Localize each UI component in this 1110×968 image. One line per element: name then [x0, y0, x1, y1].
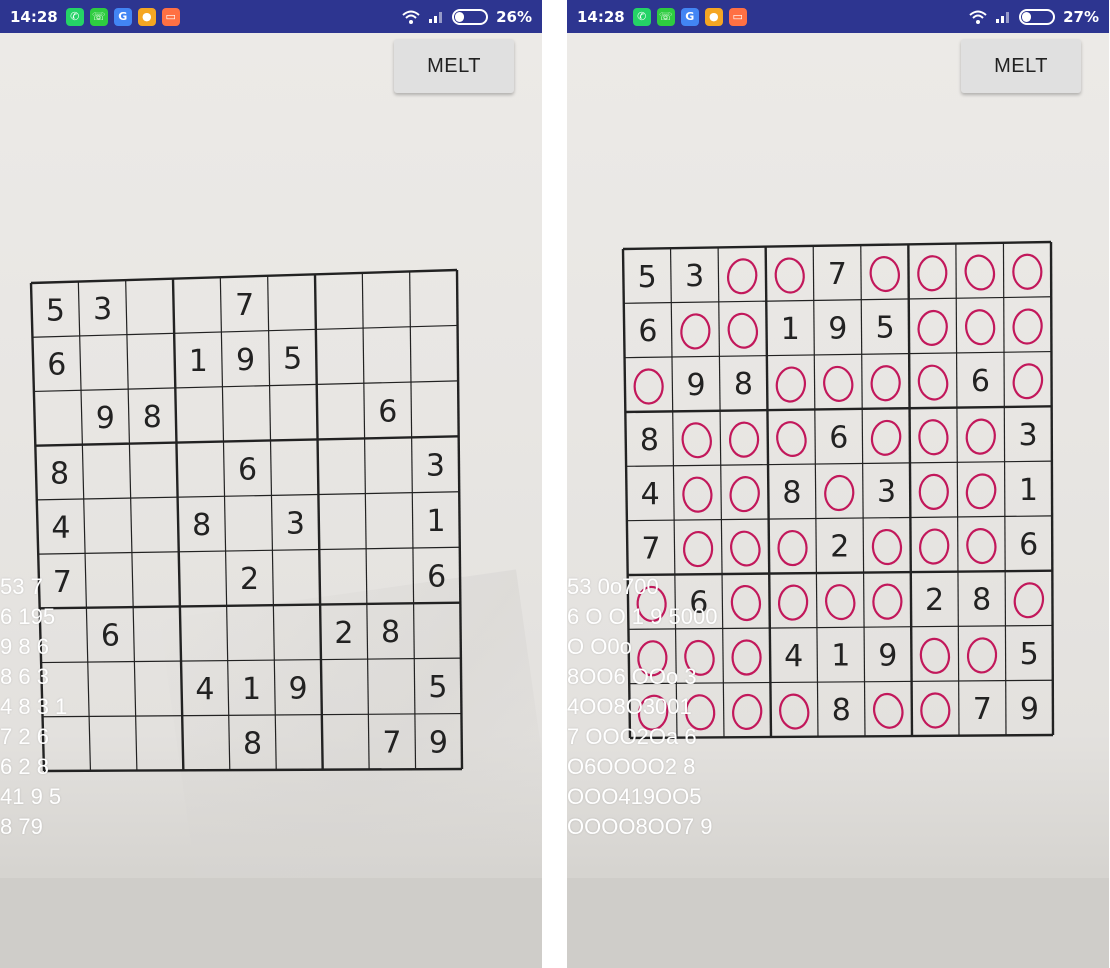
- ocr-line: 7 2 6: [0, 724, 49, 749]
- handdrawn-circle-mark: [680, 313, 711, 350]
- sudoku-digit: 4: [641, 477, 660, 512]
- handdrawn-circle-mark: [870, 419, 902, 456]
- sudoku-digit: 6: [971, 364, 990, 399]
- ocr-line: 53 7: [0, 574, 43, 599]
- sudoku-digit: 5: [638, 260, 657, 295]
- ocr-line: 41 9 5: [0, 784, 62, 809]
- sudoku-digit: 6: [47, 348, 66, 383]
- sudoku-digit: 8: [143, 400, 162, 435]
- sudoku-digit: 1: [1019, 473, 1038, 508]
- handdrawn-circle-mark: [823, 365, 854, 402]
- ocr-result-text: 53 0o700 6 O O 1 9 5000 O O0o 8OO6 OOo 3 4OO…: [567, 572, 1109, 842]
- sudoku-digit: 3: [286, 506, 305, 541]
- handdrawn-circle-mark: [964, 309, 996, 346]
- handdrawn-circle-mark: [870, 365, 901, 402]
- sudoku-digit: 5: [283, 342, 302, 377]
- handdrawn-circle-mark: [774, 257, 805, 294]
- handdrawn-circle-mark: [777, 529, 808, 567]
- sudoku-digit: 8: [50, 456, 69, 491]
- handdrawn-circle-mark: [728, 421, 760, 458]
- handdrawn-circle-mark: [964, 254, 996, 291]
- handdrawn-circle-mark: [776, 421, 807, 457]
- sudoku-digit: 5: [876, 311, 895, 346]
- handdrawn-circle-mark: [775, 366, 807, 403]
- handdrawn-circle-mark: [633, 368, 664, 405]
- sudoku-digit: 3: [426, 449, 445, 484]
- handdrawn-circle-mark: [918, 473, 949, 510]
- sudoku-digit: 1: [189, 344, 208, 379]
- ocr-line: 7 OOO2Oa 6: [567, 724, 697, 749]
- ocr-line: OOO419OO5: [567, 784, 702, 809]
- sudoku-digit: 6: [638, 314, 657, 349]
- sudoku-digit: 1: [427, 504, 446, 539]
- sudoku-digit: 2: [830, 530, 849, 565]
- ocr-line: 6 195: [0, 604, 56, 629]
- ocr-line: 6 2 8: [0, 754, 49, 779]
- sudoku-digit: 4: [51, 511, 70, 546]
- ocr-line: 4OO8O3001: [567, 694, 692, 719]
- handdrawn-circle-mark: [869, 256, 900, 293]
- handdrawn-circle-mark: [1012, 363, 1044, 400]
- handdrawn-circle-mark: [919, 528, 950, 565]
- sudoku-digit: 7: [235, 288, 254, 323]
- handdrawn-circle-mark: [965, 473, 997, 510]
- handdrawn-circle-mark: [965, 418, 996, 455]
- handdrawn-circle-mark: [871, 528, 903, 566]
- ocr-line: 8 79: [0, 814, 43, 839]
- handdrawn-circle-mark: [729, 476, 760, 513]
- sudoku-digit: 9: [96, 401, 115, 436]
- ocr-line: O O0o: [567, 634, 632, 659]
- sudoku-digit: 6: [238, 452, 257, 487]
- sudoku-digit: 9: [236, 343, 255, 378]
- sudoku-digit: 1: [781, 312, 800, 347]
- ocr-line: 6 O O 1 9 5000: [567, 604, 718, 629]
- handdrawn-circle-mark: [681, 422, 712, 459]
- ocr-line: 4 8 3 1: [0, 694, 68, 719]
- ocr-line: 9 8 6: [0, 634, 49, 659]
- sudoku-digit: 8: [192, 508, 211, 543]
- sudoku-digit: 5: [46, 293, 65, 328]
- handdrawn-circle-mark: [682, 530, 714, 568]
- handdrawn-circle-mark: [1012, 308, 1043, 345]
- ocr-line: O6OOOO2 8: [567, 754, 696, 779]
- melt-button[interactable]: MELT: [394, 39, 514, 93]
- handdrawn-circle-mark: [917, 255, 948, 292]
- sudoku-digit: 3: [93, 292, 112, 327]
- handdrawn-circle-mark: [682, 476, 713, 513]
- ocr-line: 8 6 3: [0, 664, 49, 689]
- handdrawn-circle-mark: [918, 419, 949, 456]
- sudoku-digit: 9: [828, 311, 847, 346]
- sudoku-digit: 7: [828, 257, 847, 292]
- melt-button[interactable]: MELT: [961, 39, 1081, 93]
- phone-screen-right: 14:28 ✆ ☏ G ● ▭ 27% 53761959868634831726…: [567, 0, 1109, 968]
- ocr-line: OOOO8OO7 9: [567, 814, 713, 839]
- handdrawn-circle-mark: [726, 258, 758, 295]
- handdrawn-circle-mark: [824, 474, 855, 512]
- ocr-result-text: 53 7 6 195 9 8 6 8 6 3 4 8 3 1 7 2 6 6 2 8 41 9…: [0, 572, 542, 842]
- handdrawn-circle-mark: [1012, 253, 1043, 290]
- handdrawn-circle-mark: [917, 309, 948, 346]
- ocr-line: 8OO6 OOo 3: [567, 664, 697, 689]
- handdrawn-circle-mark: [966, 528, 997, 565]
- handdrawn-circle-mark: [727, 312, 759, 349]
- phone-screen-left: 14:28 ✆ ☏ G ● ▭ 26% 53761959868634831726…: [0, 0, 542, 968]
- sudoku-digit: 3: [685, 259, 704, 294]
- sudoku-digit: 8: [782, 476, 801, 511]
- sudoku-digit: 8: [734, 367, 753, 402]
- sudoku-digit: 6: [378, 394, 397, 429]
- handdrawn-circle-mark: [917, 364, 949, 401]
- sudoku-digit: 8: [640, 423, 659, 458]
- sudoku-digit: 6: [829, 420, 848, 455]
- sudoku-digit: 6: [1019, 528, 1038, 563]
- sudoku-digit: 9: [686, 368, 705, 403]
- ocr-line: 53 0o700: [567, 574, 659, 599]
- sudoku-digit: 3: [877, 474, 896, 509]
- sudoku-digit: 7: [641, 532, 660, 567]
- handdrawn-circle-mark: [730, 530, 761, 567]
- sudoku-digit: 3: [1019, 418, 1038, 453]
